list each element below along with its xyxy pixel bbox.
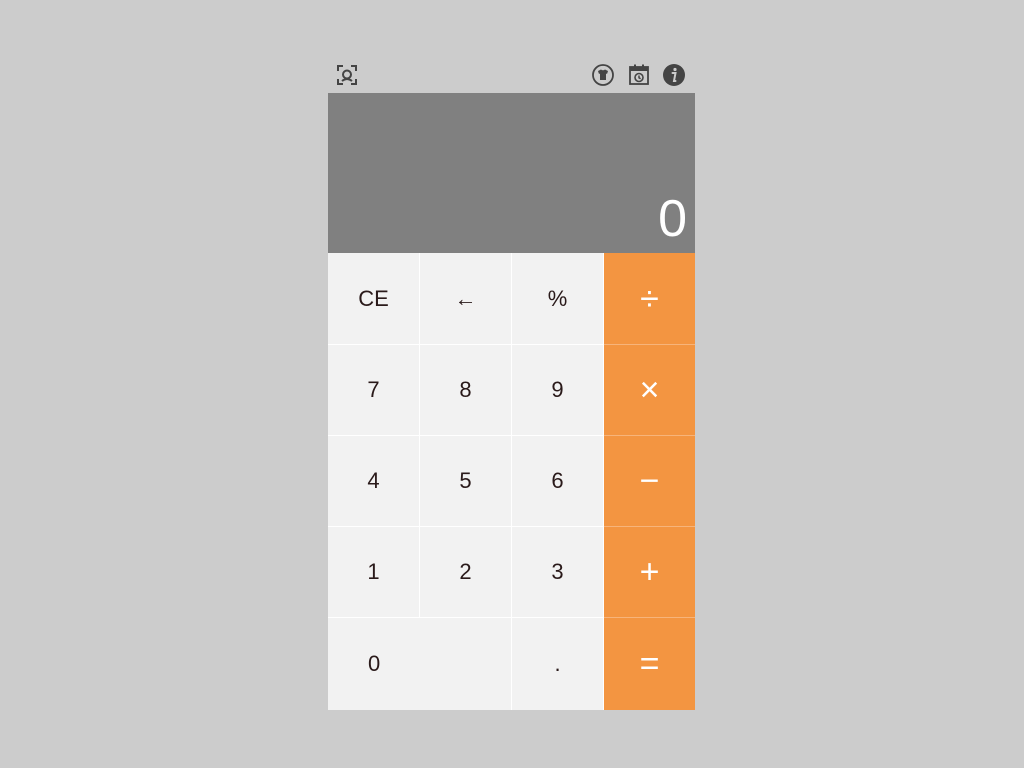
history-calendar-icon[interactable] [627, 63, 651, 87]
calculator-app: 0 CE ← % ÷ 7 8 9 × 4 5 6 − 1 2 3 + 0 . = [328, 58, 695, 710]
digit-6-button[interactable]: 6 [512, 436, 604, 527]
backspace-icon: ← [454, 285, 477, 311]
percent-label: % [547, 285, 568, 311]
digit-label: 9 [551, 377, 564, 402]
digit-0-button[interactable]: 0 [328, 618, 512, 710]
digit-label: 1 [367, 559, 380, 584]
digit-5-button[interactable]: 5 [420, 436, 512, 527]
digit-label: 8 [459, 377, 472, 402]
digit-2-button[interactable]: 2 [420, 527, 512, 618]
digit-label: 3 [551, 559, 564, 584]
decimal-button[interactable]: . [512, 618, 604, 710]
digit-label: 6 [551, 468, 564, 493]
theme-shirt-icon[interactable] [591, 63, 615, 87]
digit-9-button[interactable]: 9 [512, 345, 604, 436]
divide-button[interactable]: ÷ [604, 253, 695, 345]
digit-7-button[interactable]: 7 [328, 345, 420, 436]
result-display: 0 [328, 93, 695, 253]
equals-icon: = [639, 645, 660, 683]
multiply-button[interactable]: × [604, 345, 695, 436]
display-value: 0 [658, 190, 687, 248]
keypad: CE ← % ÷ 7 8 9 × 4 5 6 − 1 2 3 + 0 . = [328, 253, 695, 710]
screenshot-scan-icon[interactable] [335, 63, 359, 87]
digit-1-button[interactable]: 1 [328, 527, 420, 618]
plus-button[interactable]: + [604, 527, 695, 618]
digit-label: 0 [368, 651, 381, 676]
digit-label: 5 [459, 468, 472, 493]
multiply-icon: × [639, 371, 660, 409]
info-icon[interactable] [662, 63, 686, 87]
digit-4-button[interactable]: 4 [328, 436, 420, 527]
percent-button[interactable]: % [512, 253, 604, 345]
plus-icon: + [639, 553, 660, 591]
clear-entry-button[interactable]: CE [328, 253, 420, 345]
digit-3-button[interactable]: 3 [512, 527, 604, 618]
minus-icon: − [639, 462, 660, 500]
digit-8-button[interactable]: 8 [420, 345, 512, 436]
digit-label: 4 [367, 468, 380, 493]
digit-label: 7 [367, 377, 380, 402]
equals-button[interactable]: = [604, 618, 695, 710]
minus-button[interactable]: − [604, 436, 695, 527]
clear-entry-label: CE [358, 285, 389, 311]
backspace-button[interactable]: ← [420, 253, 512, 345]
divide-icon: ÷ [640, 279, 659, 318]
decimal-label: . [554, 651, 561, 676]
digit-label: 2 [459, 559, 472, 584]
top-toolbar [328, 58, 695, 93]
